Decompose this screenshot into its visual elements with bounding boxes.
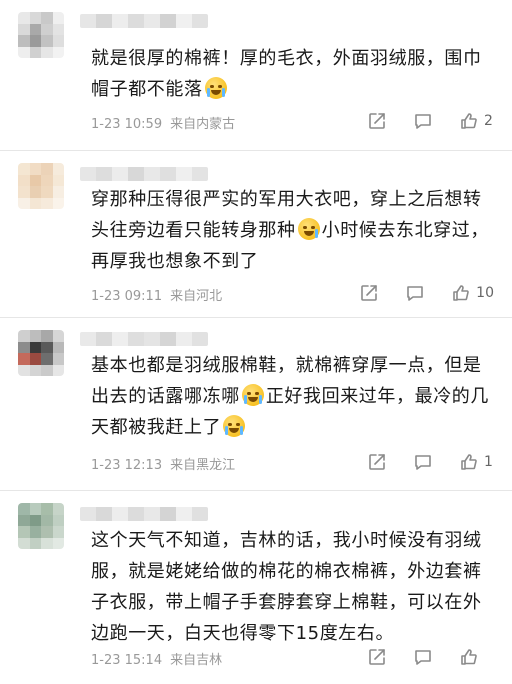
- share-icon[interactable]: [359, 283, 379, 303]
- comment-source: 来自黑龙江: [170, 458, 236, 473]
- comment-source: 来自内蒙古: [170, 117, 236, 132]
- comment-time: 1-23 10:59: [91, 117, 163, 132]
- laugh-cry-emoji-icon: [241, 384, 264, 406]
- avatar[interactable]: [18, 12, 64, 58]
- comment-actions: 2: [341, 111, 494, 131]
- comment-icon[interactable]: [413, 111, 433, 131]
- username-blurred[interactable]: [80, 332, 208, 346]
- avatar[interactable]: [18, 503, 64, 549]
- laugh-cry-emoji-icon: [204, 77, 227, 99]
- comment-item: 就是很厚的棉裤！厚的毛衣，外面羽绒服，围巾帽子都不能落 1-23 10:59 来自…: [0, 0, 512, 151]
- thumbs-up-icon[interactable]: [451, 283, 471, 303]
- like-count: 10: [476, 285, 494, 301]
- avatar[interactable]: [18, 330, 64, 376]
- sweat-emoji-icon: [297, 218, 320, 240]
- thumbs-up-icon[interactable]: [459, 111, 479, 131]
- like-count: 2: [484, 113, 493, 129]
- thumbs-up-icon[interactable]: [459, 647, 479, 667]
- comment-icon[interactable]: [405, 283, 425, 303]
- like-count: 1: [484, 454, 493, 470]
- comment-time: 1-23 15:14: [91, 653, 163, 668]
- comment-text: 基本也都是羽绒服棉鞋，就棉裤穿厚一点，但是出去的话露哪冻哪 正好我回来过年，最冷的…: [91, 355, 490, 438]
- comment-actions: [341, 647, 494, 667]
- thumbs-up-icon[interactable]: [459, 452, 479, 472]
- comment-text: 这个天气不知道，吉林的话，我小时候没有羽绒服，就是姥姥给做的棉花的棉衣棉裤，外边…: [91, 530, 482, 644]
- username-blurred[interactable]: [80, 167, 208, 181]
- comment-source: 来自河北: [170, 289, 223, 304]
- comment-meta: 1-23 12:13 来自黑龙江: [91, 454, 235, 473]
- comment-text: 就是很厚的棉裤！厚的毛衣，外面羽绒服，围巾帽子都不能落: [91, 48, 482, 100]
- avatar[interactable]: [18, 163, 64, 209]
- comment-item: 穿那种压得很严实的军用大衣吧，穿上之后想转头往旁边看只能转身那种 小时候去东北穿过…: [0, 151, 512, 318]
- comment-text: 穿那种压得很严实的军用大衣吧，穿上之后想转头往旁边看只能转身那种 小时候去东北穿过…: [91, 189, 490, 272]
- comment-meta: 1-23 09:11 来自河北: [91, 285, 222, 304]
- share-icon[interactable]: [367, 647, 387, 667]
- username-blurred[interactable]: [80, 14, 208, 28]
- comment-icon[interactable]: [413, 452, 433, 472]
- username-blurred[interactable]: [80, 507, 208, 521]
- comment-time: 1-23 12:13: [91, 458, 163, 473]
- comment-actions: 1: [341, 452, 494, 472]
- share-icon[interactable]: [367, 111, 387, 131]
- comment-time: 1-23 09:11: [91, 289, 163, 304]
- crying-emoji-icon: [223, 415, 246, 437]
- comment-icon[interactable]: [413, 647, 433, 667]
- comment-actions: 10: [333, 283, 494, 303]
- comment-item: 基本也都是羽绒服棉鞋，就棉裤穿厚一点，但是出去的话露哪冻哪 正好我回来过年，最冷的…: [0, 318, 512, 491]
- comment-meta: 1-23 15:14 来自吉林: [91, 649, 222, 668]
- comment-meta: 1-23 10:59 来自内蒙古: [91, 113, 235, 132]
- share-icon[interactable]: [367, 452, 387, 472]
- comment-item: 这个天气不知道，吉林的话，我小时候没有羽绒服，就是姥姥给做的棉花的棉衣棉裤，外边…: [0, 491, 512, 684]
- comment-source: 来自吉林: [170, 653, 223, 668]
